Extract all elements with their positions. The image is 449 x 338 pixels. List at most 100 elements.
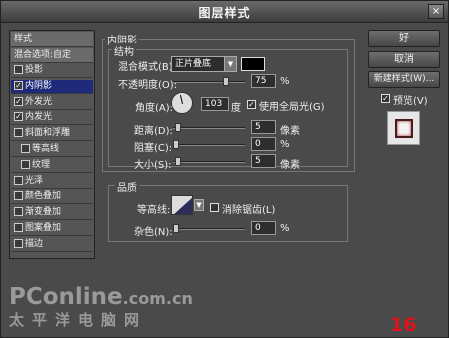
blend-mode-value: 正片叠底 xyxy=(175,59,212,69)
style-list-checkbox[interactable] xyxy=(14,207,23,217)
angle-field[interactable]: 103 xyxy=(201,97,229,111)
style-preview-thumbnail xyxy=(387,111,420,145)
size-field[interactable]: 5 xyxy=(251,154,276,168)
angle-dial[interactable] xyxy=(171,92,193,114)
style-list-item[interactable]: 斜面和浮雕 xyxy=(11,127,93,142)
style-list-item[interactable]: 样式 xyxy=(11,32,93,47)
style-list-item[interactable]: 图案叠加 xyxy=(11,222,93,236)
opacity-label: 不透明度(O): xyxy=(118,80,178,91)
style-list-checkbox[interactable]: ✓ xyxy=(14,96,23,106)
dialog-title: 图层样式 xyxy=(198,6,251,20)
watermark-brand: PConline.com.cn xyxy=(9,284,193,310)
title-bar[interactable]: 图层样式 × xyxy=(1,1,448,23)
style-list-item[interactable]: 光泽 xyxy=(11,175,93,189)
style-list: 样式 混合选项:自定 投影 ✓ 内阴影 ✓ 外发光 ✓ 内发光 斜面和浮雕 等高线 纹理 光泽 颜色叠加渐… xyxy=(9,30,95,259)
style-list-label: 等高线 xyxy=(32,144,60,154)
choke-label: 阻塞(C): xyxy=(134,143,173,154)
distance-unit: 像素 xyxy=(280,126,300,137)
opacity-slider[interactable] xyxy=(173,77,245,86)
style-list-item[interactable]: 等高线 xyxy=(11,143,93,157)
layer-style-dialog: 图层样式 × 样式 混合选项:自定 投影 ✓ 内阴影 ✓ 外发光 ✓ 内发光 斜面和浮雕 等高线 纹理… xyxy=(0,0,449,338)
global-light-checkbox[interactable]: ✓ xyxy=(247,100,256,109)
size-label: 大小(S): xyxy=(134,160,172,171)
style-list-item[interactable]: 投影 xyxy=(11,64,93,78)
style-list-label: 光泽 xyxy=(25,175,44,186)
angle-unit: 度 xyxy=(231,103,241,114)
blend-mode-label: 混合模式(B): xyxy=(118,62,177,73)
style-list-checkbox[interactable] xyxy=(21,144,30,153)
contour-dropdown[interactable]: ▼ xyxy=(194,199,204,211)
style-list-label: 内阴影 xyxy=(25,80,53,91)
distance-label: 距离(D): xyxy=(134,126,173,137)
noise-slider-thumb[interactable] xyxy=(173,224,179,233)
style-list-label: 渐变叠加 xyxy=(25,207,62,218)
style-list-checkbox[interactable] xyxy=(14,223,23,232)
chevron-down-icon: ▼ xyxy=(224,57,236,71)
style-list-item[interactable]: 描边 xyxy=(11,238,93,252)
preview-checkbox[interactable]: ✓ xyxy=(381,94,390,103)
style-list-checkbox[interactable] xyxy=(14,175,23,185)
watermark-domain: .com.cn xyxy=(122,289,193,308)
cancel-button[interactable]: 取消 xyxy=(368,51,440,68)
style-list-label: 纹理 xyxy=(32,159,51,170)
style-list-item[interactable]: ✓ 内阴影 xyxy=(11,79,93,94)
distance-field[interactable]: 5 xyxy=(251,120,276,134)
anti-alias-label: 消除锯齿(L) xyxy=(222,205,276,216)
watermark-chinese: 太平洋电脑网 xyxy=(9,311,148,329)
choke-slider-thumb[interactable] xyxy=(173,140,179,149)
noise-slider[interactable] xyxy=(173,224,245,233)
style-list-checkbox[interactable]: ✓ xyxy=(14,112,23,122)
style-list-item[interactable]: 颜色叠加 xyxy=(11,190,93,205)
style-list-item[interactable]: 纹理 xyxy=(11,159,93,173)
angle-label: 角度(A): xyxy=(135,103,174,114)
style-list-label: 外发光 xyxy=(25,96,53,107)
watermark-brand-text: PConline xyxy=(9,284,123,310)
new-style-button[interactable]: 新建样式(W)... xyxy=(368,71,440,88)
style-list-item[interactable]: 混合选项:自定 xyxy=(11,48,93,63)
shadow-color-swatch[interactable] xyxy=(241,57,265,71)
preview-label: 预览(V) xyxy=(393,96,428,107)
structure-title: 结构 xyxy=(112,43,136,58)
contour-label: 等高线: xyxy=(137,205,171,216)
style-list-item[interactable]: ✓ 外发光 xyxy=(11,96,93,110)
style-list-label: 混合选项:自定 xyxy=(14,50,72,60)
style-list-checkbox[interactable] xyxy=(14,238,23,248)
close-button[interactable]: × xyxy=(428,4,444,19)
distance-slider[interactable] xyxy=(173,123,245,132)
style-list-checkbox[interactable]: ✓ xyxy=(14,80,23,90)
style-list-checkbox[interactable] xyxy=(21,159,30,169)
contour-preview[interactable] xyxy=(171,195,193,215)
opacity-field[interactable]: 75 xyxy=(251,74,276,88)
global-light-label: 使用全局光(G) xyxy=(259,102,325,113)
style-list-checkbox[interactable] xyxy=(14,65,23,74)
blend-mode-select[interactable]: 正片叠底 ▼ xyxy=(171,56,237,72)
style-list-label: 斜面和浮雕 xyxy=(25,128,71,139)
anti-alias-checkbox[interactable] xyxy=(210,203,219,212)
size-slider[interactable] xyxy=(173,157,245,166)
size-unit: 像素 xyxy=(280,160,300,171)
distance-slider-thumb[interactable] xyxy=(175,123,181,132)
style-list-item[interactable]: ✓ 内发光 xyxy=(11,111,93,126)
ok-button[interactable]: 好 xyxy=(368,30,440,47)
quality-title: 品质 xyxy=(115,179,139,194)
chevron-down-icon: ▼ xyxy=(195,200,203,210)
style-list-label: 投影 xyxy=(25,65,44,75)
size-slider-thumb[interactable] xyxy=(175,157,181,166)
style-list-label: 图案叠加 xyxy=(25,223,62,233)
opacity-slider-thumb[interactable] xyxy=(223,77,229,86)
style-list-label: 样式 xyxy=(14,34,33,44)
choke-field[interactable]: 0 xyxy=(251,137,276,151)
style-list-checkbox[interactable] xyxy=(14,191,23,201)
contour-curve-icon xyxy=(174,197,192,214)
angle-needle xyxy=(179,95,183,104)
style-list-checkbox[interactable] xyxy=(14,128,23,138)
choke-slider[interactable] xyxy=(173,140,245,149)
choke-unit: % xyxy=(280,139,290,150)
preview-square xyxy=(395,119,413,138)
page-number: 16 xyxy=(390,314,417,336)
style-list-label: 颜色叠加 xyxy=(25,191,62,202)
noise-label: 杂色(N): xyxy=(134,227,173,238)
noise-field[interactable]: 0 xyxy=(251,221,276,235)
style-list-item[interactable]: 渐变叠加 xyxy=(11,206,93,221)
opacity-unit: % xyxy=(280,76,290,87)
